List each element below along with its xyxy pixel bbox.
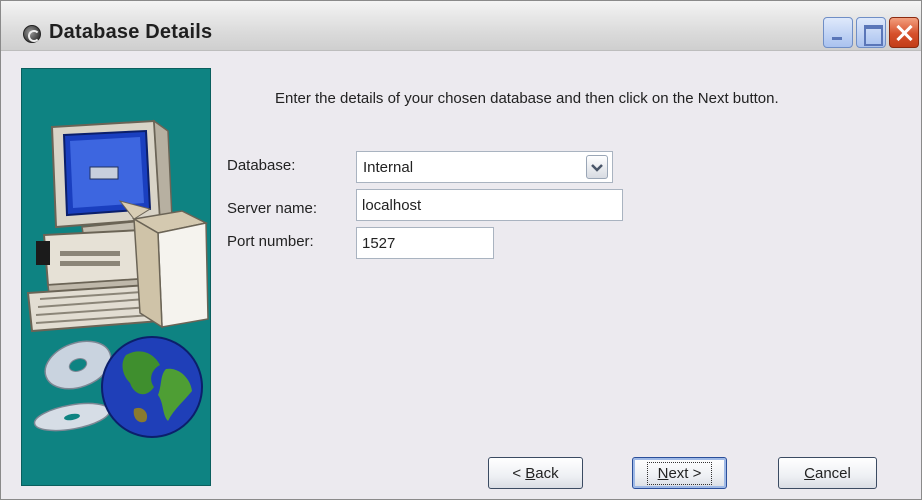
next-button-mnemonic: N (657, 464, 669, 482)
close-button[interactable] (889, 17, 919, 48)
window-title: Database Details (49, 21, 213, 43)
computer-disc-globe-illustration (26, 119, 209, 438)
server-name-input[interactable] (356, 189, 623, 221)
port-number-input[interactable] (356, 227, 494, 259)
chevron-down-icon (591, 163, 603, 172)
database-label: Database: (227, 157, 296, 174)
globe-illustration (101, 336, 203, 438)
next-button-rest: ext > (668, 464, 702, 482)
gear-icon[interactable] (23, 25, 41, 43)
back-button-prefix: < (512, 464, 526, 482)
cancel-button-mnemonic: C (804, 464, 815, 482)
side-panel (21, 68, 211, 486)
instruction-text: Enter the details of your chosen databas… (275, 90, 779, 107)
minimize-button[interactable] (823, 17, 853, 48)
back-button-rest: ack (535, 464, 559, 482)
next-button[interactable]: Next > (632, 457, 727, 489)
next-button-focus: Next > (646, 461, 713, 485)
cancel-button[interactable]: Cancel (778, 457, 877, 489)
database-value: Internal (363, 159, 414, 176)
dropdown-button[interactable] (586, 155, 608, 179)
database-combo[interactable]: Internal (356, 151, 613, 183)
port-number-label: Port number: (227, 233, 314, 250)
maximize-button[interactable] (856, 17, 886, 48)
back-button-mnemonic: B (525, 464, 536, 482)
server-name-label: Server name: (227, 200, 318, 217)
cancel-button-rest: ancel (814, 464, 851, 482)
title-bar[interactable]: Database Details (1, 1, 921, 51)
database-details-window: Database Details Enter the details of yo… (0, 0, 922, 500)
back-button[interactable]: < Back (488, 457, 583, 489)
